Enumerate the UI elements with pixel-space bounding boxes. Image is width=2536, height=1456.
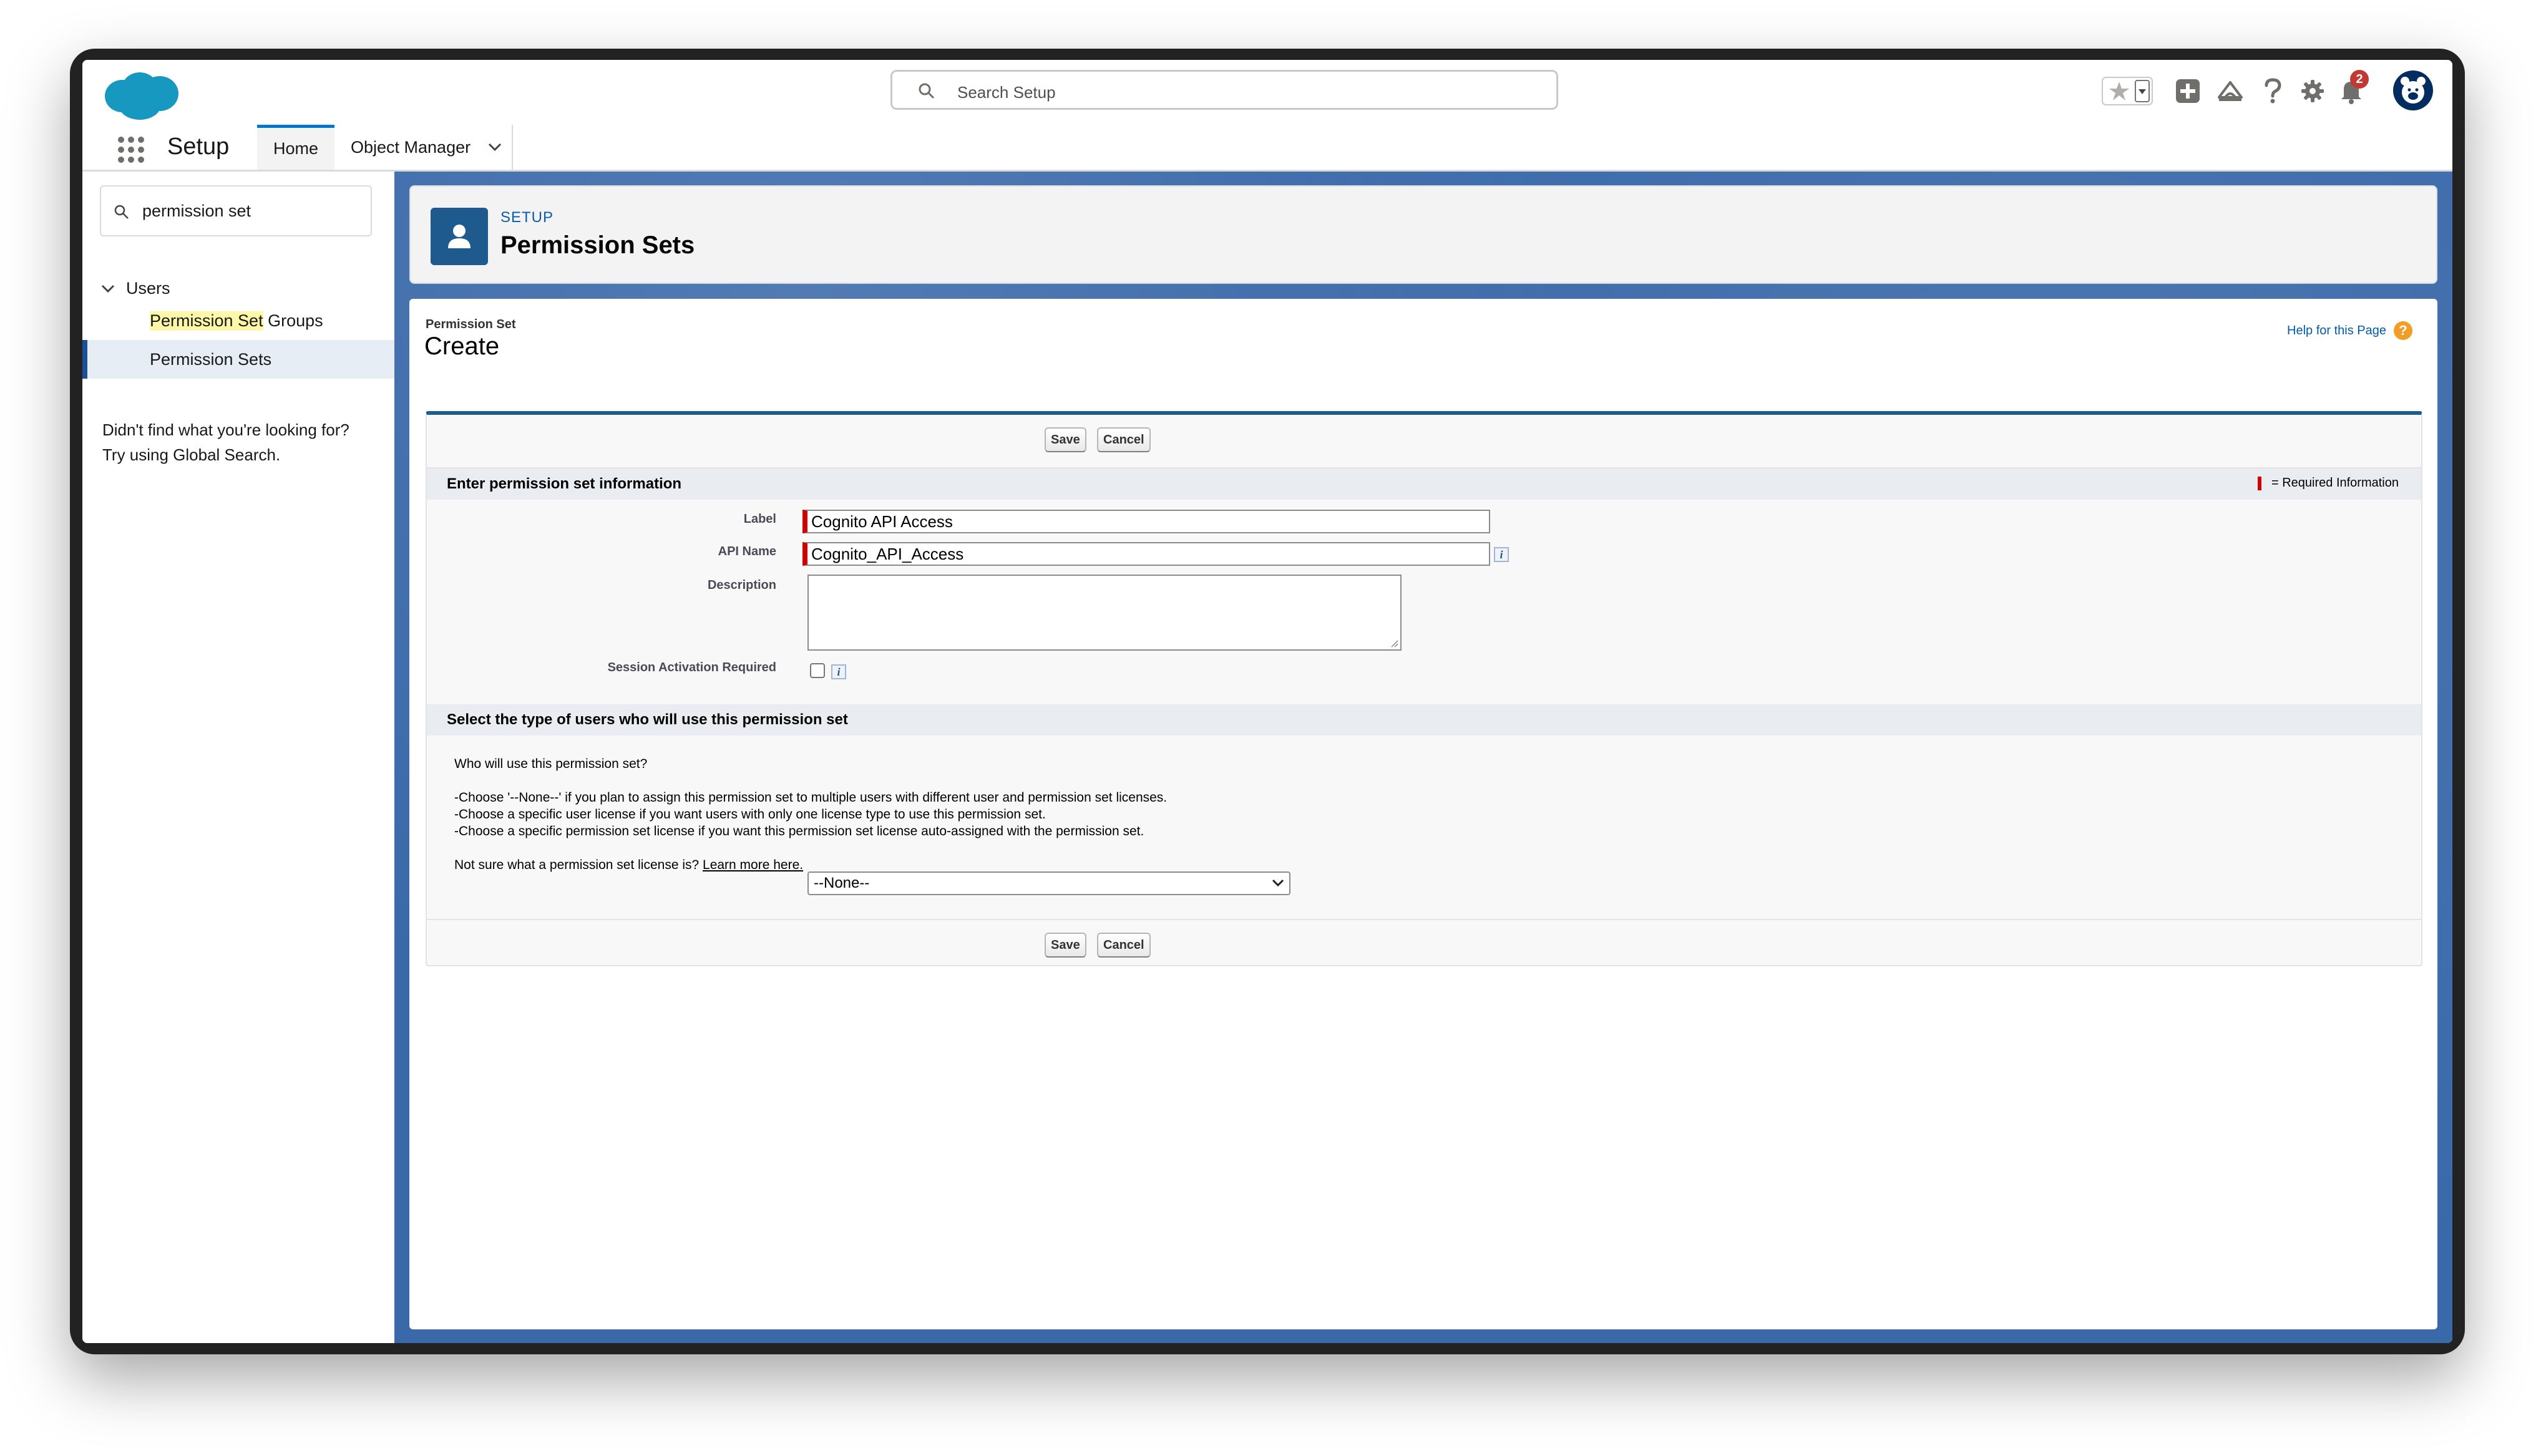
search-highlight: Permission Set bbox=[150, 311, 263, 331]
tree-group-users[interactable]: Users bbox=[101, 279, 170, 298]
sidebar-item-permission-sets[interactable]: Permission Sets bbox=[82, 340, 394, 379]
cancel-button-top[interactable]: Cancel bbox=[1097, 427, 1151, 452]
help-for-page-link[interactable]: Help for this Page ? bbox=[2287, 321, 2412, 340]
permission-set-form: Save Cancel Enter permission set informa… bbox=[426, 411, 2422, 966]
object-kicker: Permission Set bbox=[426, 318, 516, 331]
question-text: Who will use this permission set? bbox=[454, 757, 648, 771]
chevron-down-icon bbox=[101, 284, 115, 293]
license-select[interactable]: --None-- bbox=[807, 871, 1290, 895]
section-header-users: Select the type of users who will use th… bbox=[427, 704, 2421, 735]
not-found-message: Didn't find what you're looking for? Try… bbox=[102, 417, 349, 467]
app-name: Setup bbox=[167, 133, 230, 160]
setup-sidebar: permission set Users Permission Set Grou… bbox=[82, 172, 394, 1343]
learn-more-link[interactable]: Learn more here. bbox=[703, 858, 803, 872]
create-panel: Permission Set Create Help for this Page… bbox=[409, 299, 2437, 1329]
tree-group-label: Users bbox=[126, 279, 170, 298]
not-found-line1: Didn't find what you're looking for? bbox=[102, 420, 349, 439]
quick-find-value: permission set bbox=[142, 201, 251, 220]
section1-title: Enter permission set information bbox=[447, 475, 682, 492]
tab-object-manager-label: Object Manager bbox=[351, 137, 471, 157]
tab-object-manager[interactable]: Object Manager bbox=[338, 125, 513, 170]
main-content: SETUP Permission Sets Permission Set Cre… bbox=[394, 172, 2452, 1343]
section-header-info: Enter permission set information = Requi… bbox=[427, 468, 2421, 500]
page-kicker: SETUP bbox=[500, 209, 554, 226]
api-name-input[interactable] bbox=[802, 542, 1490, 566]
info-icon[interactable]: i bbox=[1494, 547, 1509, 562]
quick-find-input[interactable]: permission set bbox=[100, 185, 372, 236]
notification-count-badge: 2 bbox=[2350, 70, 2369, 89]
license-selected-value: --None-- bbox=[814, 875, 870, 891]
bullet-none: -Choose '--None--' if you plan to assign… bbox=[454, 790, 1168, 805]
trailhead-button[interactable] bbox=[2213, 74, 2248, 109]
global-header: Search Setup 2 bbox=[82, 60, 2452, 126]
user-avatar-button[interactable] bbox=[2392, 70, 2434, 111]
favorites-button[interactable] bbox=[2102, 74, 2153, 109]
info-icon[interactable]: i bbox=[831, 664, 846, 679]
salesforce-logo-icon[interactable] bbox=[101, 69, 180, 121]
user-icon bbox=[431, 208, 488, 265]
sidebar-item-permission-set-groups[interactable]: Permission Set Groups bbox=[82, 301, 394, 340]
cancel-button-bottom[interactable]: Cancel bbox=[1097, 933, 1151, 958]
app-screen: Search Setup 2 Setup Home Object Manager… bbox=[82, 60, 2452, 1343]
save-button-top[interactable]: Save bbox=[1045, 427, 1086, 452]
required-legend: = Required Information bbox=[2257, 476, 2399, 490]
star-icon bbox=[2102, 77, 2153, 105]
save-button-bottom[interactable]: Save bbox=[1045, 933, 1086, 958]
page-header: SETUP Permission Sets bbox=[409, 185, 2437, 284]
label-input[interactable] bbox=[802, 510, 1490, 533]
trailhead-icon bbox=[2218, 81, 2243, 101]
divider bbox=[427, 919, 2421, 920]
help-link-label: Help for this Page bbox=[2287, 323, 2386, 337]
notifications-button[interactable]: 2 bbox=[2334, 70, 2369, 109]
app-launcher-icon[interactable] bbox=[117, 136, 145, 163]
page-title: Permission Sets bbox=[500, 231, 695, 259]
gear-icon bbox=[2301, 80, 2324, 102]
sidebar-item-label: Permission Sets bbox=[150, 349, 272, 369]
bullet-permission-set-license: -Choose a specific permission set licens… bbox=[454, 824, 1144, 838]
description-textarea[interactable] bbox=[807, 575, 1402, 651]
chevron-down-icon bbox=[1272, 879, 1284, 887]
add-icon bbox=[2176, 79, 2200, 103]
form-title: Create bbox=[424, 332, 500, 360]
help-icon: ? bbox=[2394, 321, 2412, 340]
session-activation-label: Session Activation Required bbox=[607, 661, 776, 674]
section2-title: Select the type of users who will use th… bbox=[447, 711, 848, 728]
not-found-line2: Try using Global Search. bbox=[102, 445, 281, 464]
avatar-icon bbox=[2393, 70, 2433, 110]
label-field-label: Label bbox=[743, 512, 776, 526]
description-field-label: Description bbox=[707, 578, 776, 592]
not-sure-text: Not sure what a permission set license i… bbox=[454, 857, 803, 873]
setup-gear-button[interactable] bbox=[2295, 74, 2330, 109]
question-icon bbox=[2265, 78, 2281, 104]
app-navigation-bar: Setup Home Object Manager bbox=[82, 125, 2452, 172]
browser-window: Search Setup 2 Setup Home Object Manager… bbox=[70, 49, 2465, 1354]
search-placeholder: Search Setup bbox=[957, 83, 1056, 102]
resize-handle-icon[interactable] bbox=[1390, 639, 1399, 648]
help-button[interactable] bbox=[2255, 74, 2290, 109]
sidebar-item-label: Groups bbox=[263, 311, 323, 330]
required-marker bbox=[2257, 476, 2261, 490]
chevron-down-icon[interactable] bbox=[488, 143, 502, 152]
global-search-input[interactable]: Search Setup bbox=[890, 70, 1558, 110]
required-legend-text: = Required Information bbox=[2271, 476, 2399, 490]
bullet-user-license: -Choose a specific user license if you w… bbox=[454, 807, 1046, 822]
header-actions: 2 bbox=[2102, 70, 2439, 111]
global-actions-button[interactable] bbox=[2170, 74, 2205, 109]
not-sure-label: Not sure what a permission set license i… bbox=[454, 858, 700, 872]
search-icon bbox=[114, 205, 129, 219]
api-name-field-label: API Name bbox=[718, 545, 776, 558]
session-activation-checkbox[interactable] bbox=[810, 663, 825, 678]
tab-home[interactable]: Home bbox=[257, 125, 334, 170]
search-icon bbox=[919, 83, 935, 99]
